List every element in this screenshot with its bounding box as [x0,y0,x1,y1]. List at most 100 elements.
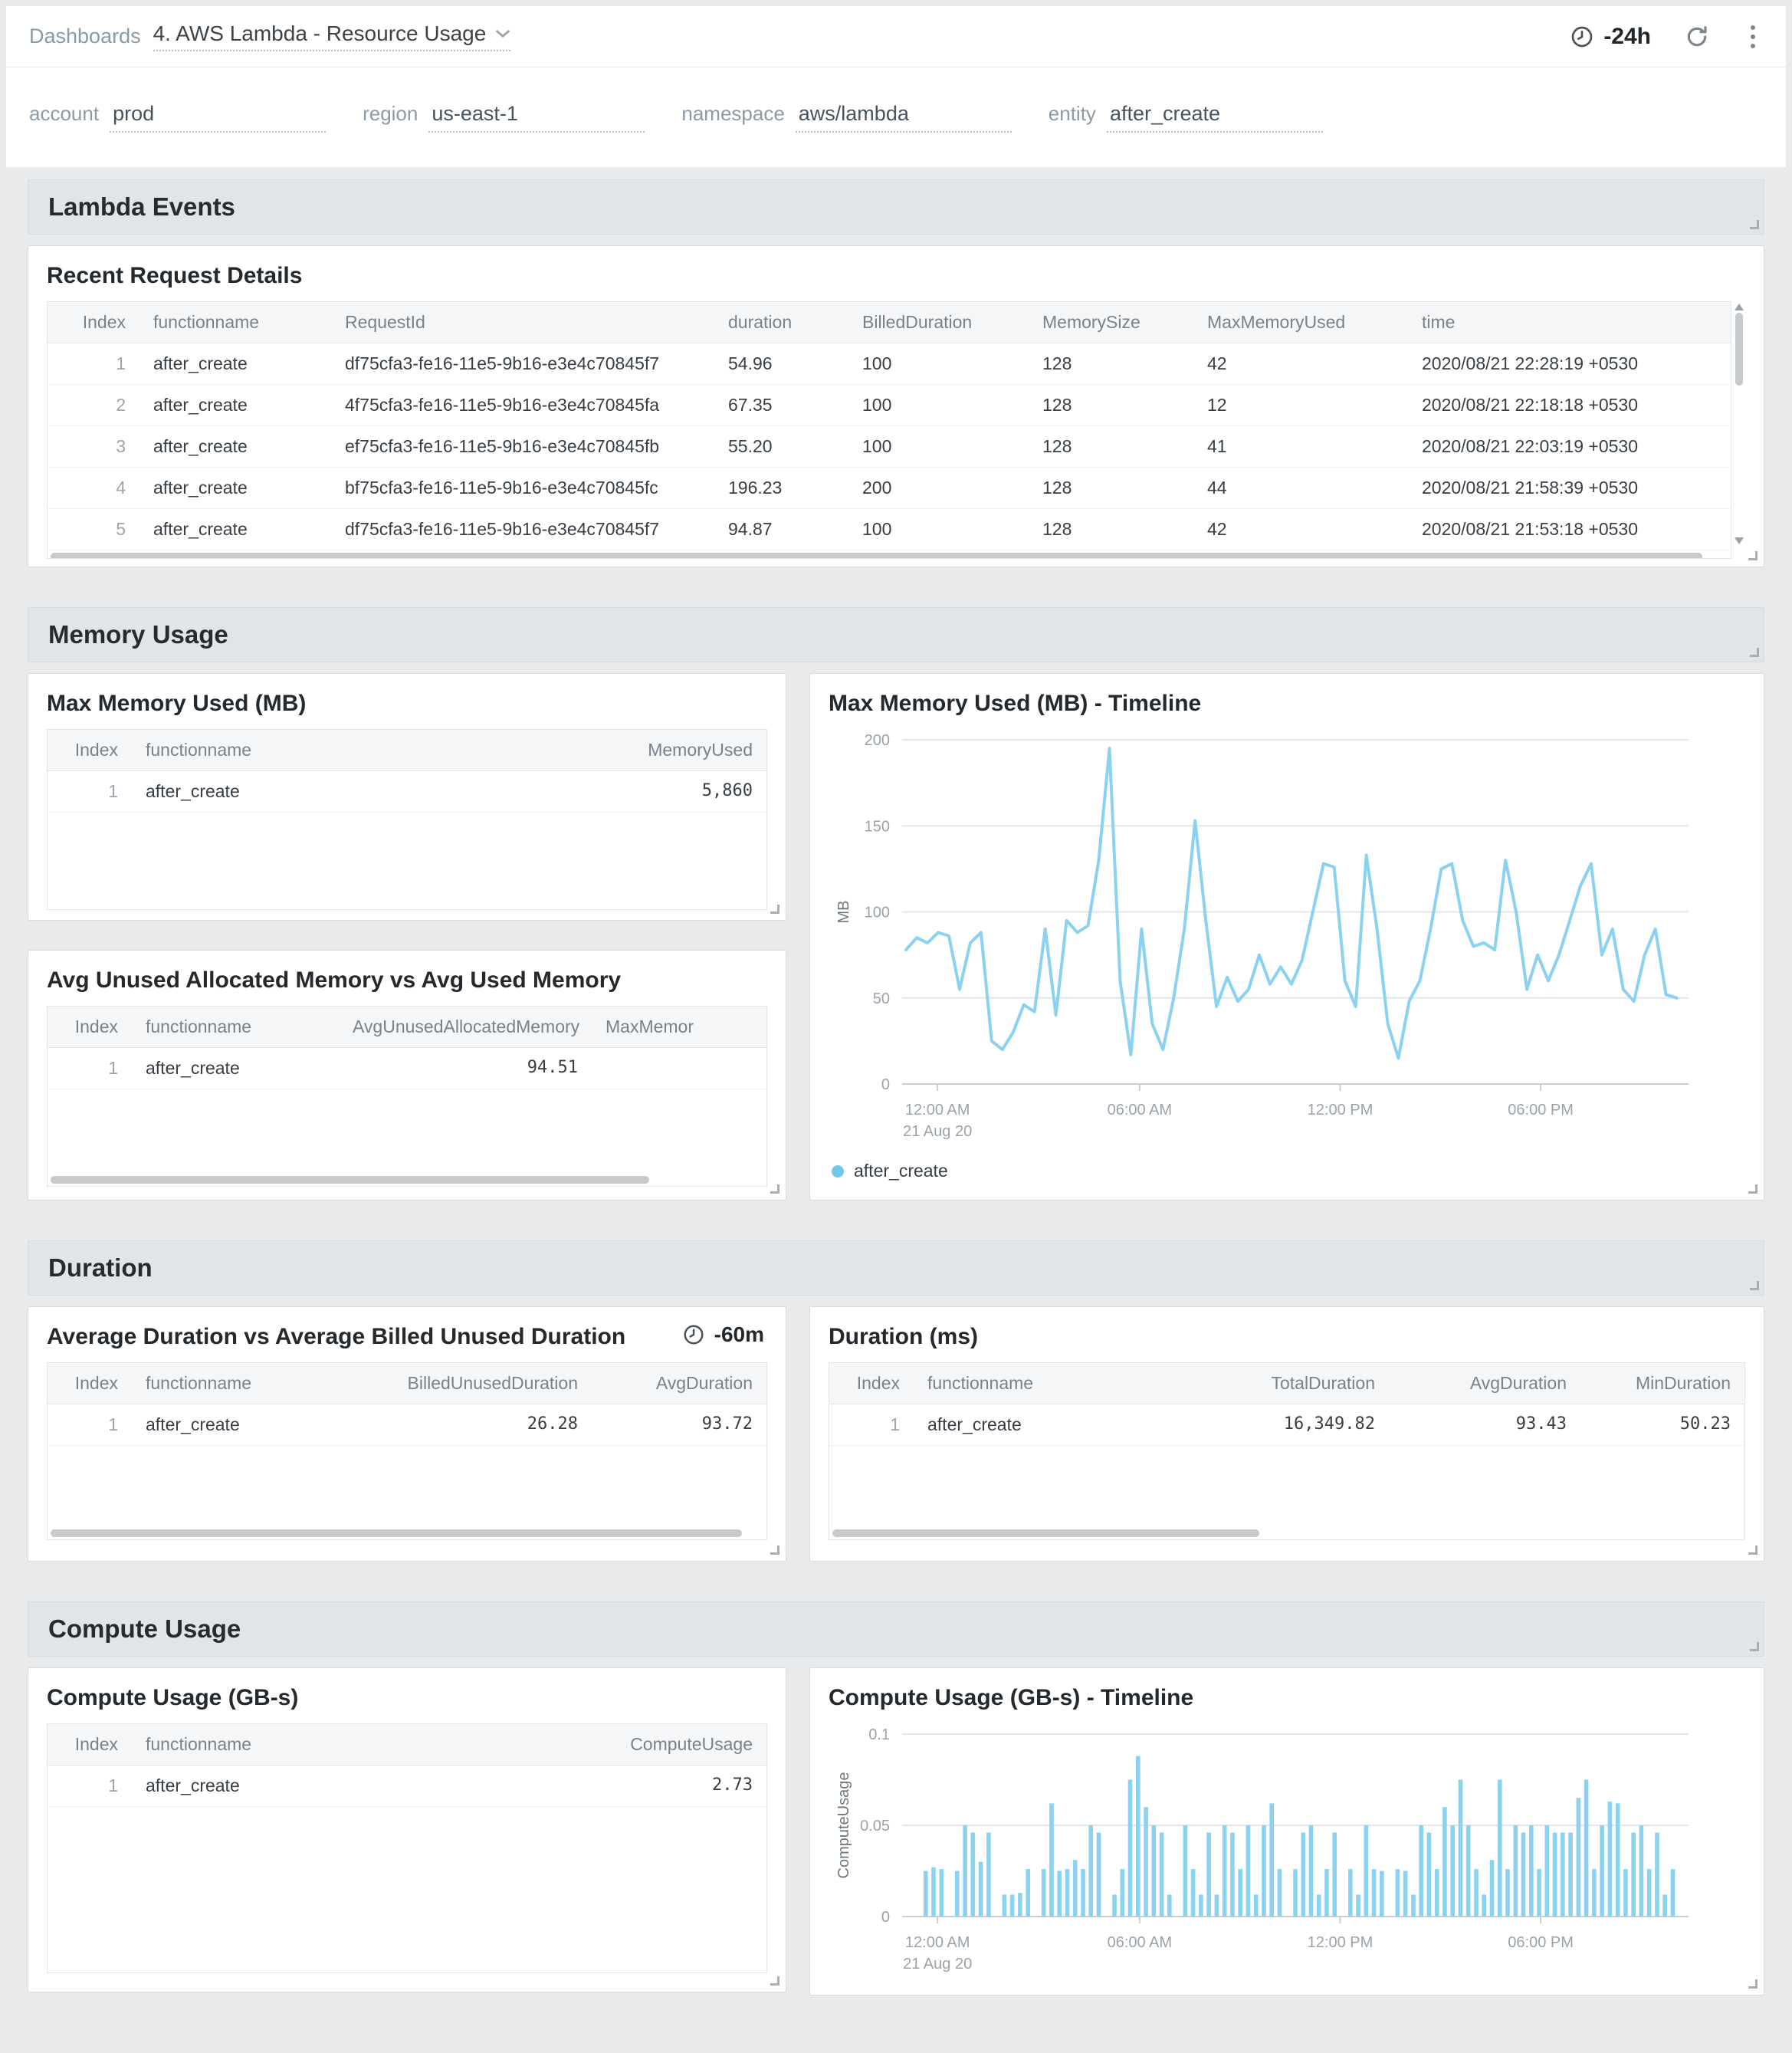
svg-text:12:00 AM: 12:00 AM [905,1102,970,1118]
resize-handle[interactable] [1750,648,1759,657]
section-compute-usage: Compute Usage Compute Usage (GB-s) Index… [28,1601,1764,1996]
resize-handle[interactable] [1748,551,1758,560]
filter-value[interactable]: prod [110,102,326,133]
resize-handle[interactable] [770,1545,779,1555]
table-cell: 93.43 [1389,1404,1580,1445]
table-cell: after_create [914,1404,1136,1445]
scrollbar-thumb[interactable] [51,1176,649,1184]
table-cell: after_create [139,385,331,425]
table-cell: 2020/08/21 21:53:18 +0530 [1408,509,1731,550]
table-cell: 1 [48,771,132,812]
table-cell: bf75cfa3-fe16-11e5-9b16-e3e4c70845fc [331,468,714,508]
table-row[interactable]: 4after_createbf75cfa3-fe16-11e5-9b16-e3e… [48,468,1731,509]
panel-max-memory-timeline: Max Memory Used (MB) - Timeline 05010015… [809,673,1764,1201]
svg-text:100: 100 [865,905,890,921]
vertical-scrollbar[interactable] [1733,301,1745,547]
scrollbar-thumb[interactable] [51,1529,742,1537]
scrollbar-thumb[interactable] [832,1529,1259,1537]
table-row[interactable]: 1after_create2.73 [48,1766,766,1807]
svg-text:0: 0 [881,1909,890,1926]
dashboard-title-dropdown[interactable]: 4. AWS Lambda - Resource Usage [153,21,511,51]
filter-value[interactable]: after_create [1107,102,1323,133]
table-row[interactable]: 3after_createef75cfa3-fe16-11e5-9b16-e3e… [48,426,1731,468]
section-title: Lambda Events [48,192,235,222]
svg-text:12:00 AM: 12:00 AM [905,1934,970,1951]
table-empty-area [48,813,766,909]
resize-handle[interactable] [1750,1281,1759,1290]
table-row[interactable]: 1after_create5,860 [48,771,766,813]
resize-handle[interactable] [1748,1979,1758,1989]
resize-handle[interactable] [1750,220,1759,229]
section-title: Compute Usage [48,1614,241,1644]
table-cell: 12 [1193,385,1408,425]
table-cell: 94.51 [339,1048,592,1089]
table-row[interactable]: 2after_create4f75cfa3-fe16-11e5-9b16-e3e… [48,385,1731,426]
table-cell [592,1048,766,1089]
section-header-compute-usage: Compute Usage [28,1601,1764,1657]
horizontal-scrollbar[interactable] [48,1527,766,1539]
section-title: Duration [48,1253,153,1283]
scrollbar-thumb[interactable] [1735,313,1743,386]
resize-handle[interactable] [1748,1184,1758,1194]
dashboards-breadcrumb[interactable]: Dashboards [29,25,141,48]
time-range-control[interactable]: -24h [1570,24,1651,50]
resize-handle[interactable] [770,1976,779,1986]
resize-handle[interactable] [770,905,779,914]
column-header: AvgUnusedAllocatedMemory [339,1007,592,1047]
scroll-down-arrow[interactable] [1735,537,1744,544]
more-menu-button[interactable] [1743,22,1763,51]
column-header: AvgDuration [592,1363,766,1404]
clock-icon [682,1323,705,1346]
compute-timeline-chart[interactable]: 00.050.112:00 AM21 Aug 2006:00 AM12:00 P… [829,1723,1745,1984]
column-header: functionname [914,1363,1136,1404]
table-row[interactable]: 1after_create26.2893.72 [48,1404,766,1446]
filter-label: region [363,102,418,126]
resize-handle[interactable] [770,1184,779,1194]
table-header-row: IndexfunctionnameTotalDurationAvgDuratio… [829,1363,1744,1404]
column-header: Index [829,1363,914,1404]
table-header-row: IndexfunctionnameAvgUnusedAllocatedMemor… [48,1007,766,1048]
table-header-row: IndexfunctionnameMemoryUsed [48,730,766,771]
table-row[interactable]: 5after_createdf75cfa3-fe16-11e5-9b16-e3e… [48,509,1731,550]
column-header: time [1408,302,1731,343]
svg-text:MB: MB [835,901,852,924]
compute-usage-table: IndexfunctionnameComputeUsage1after_crea… [47,1723,767,1973]
scrollbar-thumb[interactable] [51,553,1702,559]
table-empty-area [48,1807,766,1973]
horizontal-scrollbar[interactable] [48,1174,766,1186]
table-row[interactable]: 1after_create94.51 [48,1048,766,1089]
panel-compute-timeline: Compute Usage (GB-s) - Timeline 00.050.1… [809,1667,1764,1996]
table-cell: 16,349.82 [1136,1404,1389,1445]
filter-value[interactable]: us-east-1 [428,102,645,133]
table-cell: 200 [848,468,1029,508]
time-range-value: -24h [1603,24,1651,50]
refresh-button[interactable] [1685,25,1709,49]
table-row[interactable]: 1after_create16,349.8293.4350.23 [829,1404,1744,1446]
filter-region: region us-east-1 [363,102,645,133]
table-cell: after_create [139,343,331,384]
max-memory-used-table: IndexfunctionnameMemoryUsed1after_create… [47,729,767,910]
panel-title: Max Memory Used (MB) - Timeline [810,674,1764,729]
svg-text:06:00 AM: 06:00 AM [1108,1934,1173,1951]
table-cell: after_create [139,509,331,550]
kebab-icon [1751,25,1755,30]
panel-time-range[interactable]: -60m [682,1322,764,1347]
table-cell: 4 [48,468,139,508]
resize-handle[interactable] [1750,1642,1759,1651]
table-cell: 100 [848,385,1029,425]
clock-icon [1570,25,1594,49]
chart-legend[interactable]: after_create [810,1155,1764,1181]
resize-handle[interactable] [1748,1545,1758,1555]
column-header: functionname [132,1724,567,1765]
horizontal-scrollbar[interactable] [829,1527,1744,1539]
filter-label: entity [1049,102,1096,126]
svg-text:0.05: 0.05 [860,1818,890,1835]
table-row[interactable]: 1after_createdf75cfa3-fe16-11e5-9b16-e3e… [48,343,1731,385]
memory-timeline-chart[interactable]: 05010015020012:00 AM21 Aug 2006:00 AM12:… [829,729,1745,1155]
scroll-up-arrow[interactable] [1735,304,1744,310]
horizontal-scrollbar[interactable] [48,550,1731,559]
filter-value[interactable]: aws/lambda [796,102,1012,133]
column-header: Index [48,1724,132,1765]
table-empty-area [48,1089,766,1174]
svg-text:21 Aug 20: 21 Aug 20 [903,1123,972,1140]
